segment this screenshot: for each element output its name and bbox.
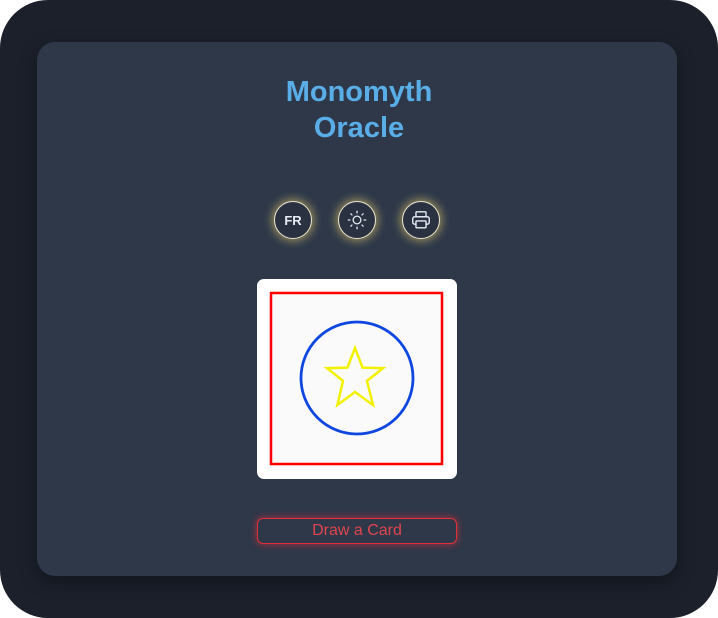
print-button[interactable] — [402, 201, 440, 239]
printer-icon — [410, 209, 432, 231]
app-title-line-1: Monomyth — [285, 76, 433, 108]
language-label: FR — [284, 212, 302, 228]
theme-toggle-button[interactable] — [338, 201, 376, 239]
oracle-card[interactable] — [257, 279, 457, 479]
sun-icon — [346, 209, 368, 231]
app-title-line-2: Oracle — [313, 112, 405, 144]
card-face — [268, 290, 446, 468]
language-toggle-button[interactable]: FR — [274, 201, 312, 239]
draw-card-button[interactable]: Draw a Card — [257, 518, 457, 544]
